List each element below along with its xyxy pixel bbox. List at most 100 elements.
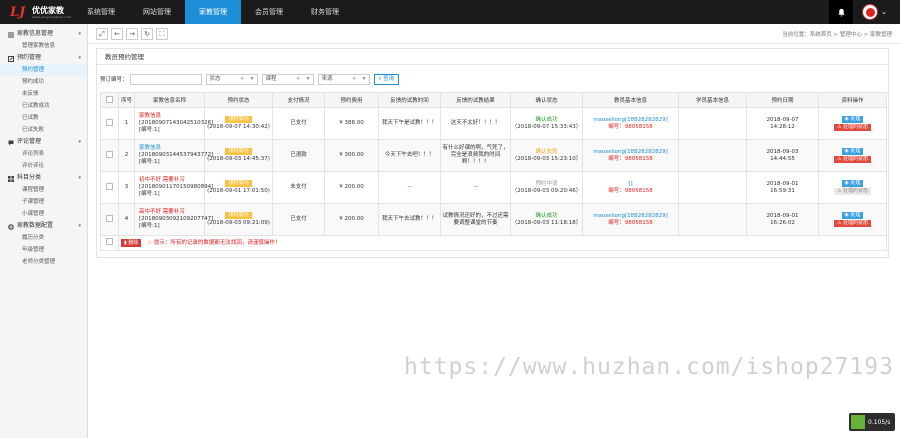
- tutor-info-link[interactable]: 家教信息: [139, 145, 204, 152]
- watermark: https://www.huzhan.com/ishop27193: [404, 354, 894, 380]
- clear-icon[interactable]: ×: [352, 75, 357, 84]
- avatar[interactable]: [862, 4, 878, 20]
- search-icon: ⌕: [378, 75, 382, 82]
- process-button[interactable]: ◉ 处理: [841, 180, 864, 187]
- sidebar-group-comment[interactable]: 评论管理 ▾: [0, 136, 87, 148]
- sidebar-item-trial-success[interactable]: 已试教成功: [0, 100, 87, 112]
- chevron-down-icon: ▾: [78, 31, 81, 37]
- process-button[interactable]: ◉ 处理: [841, 148, 864, 155]
- nav-item-member[interactable]: 会员管理: [241, 0, 297, 24]
- gear-icon: [8, 223, 14, 230]
- col-confirm: 确认状态: [510, 92, 583, 108]
- expand-icon[interactable]: ⤢: [96, 28, 108, 40]
- order-no-input[interactable]: [129, 73, 202, 85]
- breadcrumb: 当前位置：系统首页 > 管理中心 > 家教管理: [782, 32, 892, 38]
- list-icon: [8, 31, 14, 38]
- sidebar-item-manage-info[interactable]: 管理家教信息: [0, 40, 87, 52]
- process-status-button[interactable]: ⚠ 处理的状态: [833, 124, 872, 131]
- row-checkbox[interactable]: [106, 214, 113, 222]
- col-teacher: 教员基本信息: [582, 92, 679, 108]
- sidebar-item-subcourse[interactable]: 子课管理: [0, 196, 87, 208]
- chevron-down-icon[interactable]: ⌄: [881, 8, 887, 16]
- sidebar-item-rating[interactable]: 评价评论: [0, 160, 87, 172]
- sidebar-item-trialed[interactable]: 已试教: [0, 112, 87, 124]
- nav-item-tutor[interactable]: 家教管理: [185, 0, 241, 24]
- footer-select-checkbox[interactable]: [106, 238, 113, 245]
- col-pay: 支付情况: [272, 92, 325, 108]
- sidebar-item-no-feedback[interactable]: 未反馈: [0, 88, 87, 100]
- col-feedback-result: 反馈的试教结果: [440, 92, 511, 108]
- nav-item-finance[interactable]: 财务管理: [297, 0, 353, 24]
- course-select[interactable]: 课程 × ▾: [261, 73, 314, 85]
- table-row: 1 家教信息 [20180907143042510326] [编号:1] 预约成功(…: [100, 107, 887, 140]
- teacher-link[interactable]: maoxeilong[18828282829]: [583, 117, 678, 124]
- process-status-button[interactable]: ⚠ 处理的状态: [833, 188, 872, 195]
- refresh-icon[interactable]: ↻: [141, 28, 153, 40]
- logo[interactable]: LJ 优优家教 www.youyoujiajiao.com: [10, 4, 71, 20]
- eye-icon: ◉: [844, 212, 849, 218]
- col-fee: 预约费用: [324, 92, 379, 108]
- status-select[interactable]: 状态 × ▾: [205, 73, 258, 85]
- col-index: 序号: [118, 92, 135, 108]
- row-checkbox[interactable]: [106, 150, 113, 158]
- sidebar-item-comment-list[interactable]: 评论列表: [0, 148, 87, 160]
- source-select[interactable]: 来源 × ▾: [317, 73, 370, 85]
- sidebar-item-booking-manage[interactable]: 预约管理: [0, 64, 87, 76]
- col-actions: 资料操作: [818, 92, 887, 108]
- sidebar-item-trial-fail[interactable]: 已试失败: [0, 124, 87, 136]
- warning-icon: ⚠: [836, 188, 842, 194]
- row-checkbox[interactable]: [106, 182, 113, 190]
- table-header: 序号 家教信息名称 预约状态 支付情况 预约费用 反馈的试教时间 反馈的试教结果…: [100, 92, 887, 108]
- col-status: 预约状态: [204, 92, 273, 108]
- sidebar-item-course[interactable]: 课程管理: [0, 184, 87, 196]
- delete-button[interactable]: ▮ 删除: [121, 239, 142, 247]
- teacher-link[interactable]: maoxeilong[18828282829]: [583, 213, 678, 220]
- sidebar-group-config[interactable]: 家教数据配置 ▾: [0, 220, 87, 232]
- sidebar-group-info[interactable]: 家教信息管理 ▾: [0, 28, 87, 40]
- tutor-info-link[interactable]: 高中不好 需要补习: [139, 209, 204, 216]
- sidebar-group-booking[interactable]: 预约管理 ▾: [0, 52, 87, 64]
- nav-item-system[interactable]: 系统管理: [73, 0, 129, 24]
- tutor-info-link[interactable]: 家教信息: [139, 113, 204, 120]
- teacher-link[interactable]: maoxeilong[18828282829]: [583, 149, 678, 156]
- col-student: 学员基本信息: [678, 92, 747, 108]
- row-checkbox[interactable]: [106, 118, 113, 126]
- process-status-button[interactable]: ⚠ 处理的状态: [833, 156, 872, 163]
- select-all-checkbox[interactable]: [106, 95, 113, 103]
- eye-icon: ◉: [844, 116, 849, 122]
- table-footer: ▮ 删除 ⚠ 提示：所有的记录的数据都无法找回，请谨慎操作！: [100, 235, 887, 251]
- page-title: 教员预约管理: [97, 49, 888, 65]
- process-button[interactable]: ◉ 处理: [841, 116, 864, 123]
- sidebar-item-resume-category[interactable]: 履历分类: [0, 232, 87, 244]
- nav-item-site[interactable]: 网站管理: [129, 0, 185, 24]
- top-bar: LJ 优优家教 www.youyoujiajiao.com 系统管理 网站管理 …: [0, 0, 900, 24]
- col-name: 家教信息名称: [134, 92, 205, 108]
- teacher-link[interactable]: []: [583, 181, 678, 188]
- clear-icon[interactable]: ×: [240, 75, 245, 84]
- network-icon: [851, 415, 865, 429]
- status-badge: 预约成功: [225, 116, 252, 123]
- tutor-info-link[interactable]: 初中不好 需要补习: [139, 177, 204, 184]
- sidebar-item-teacher-category[interactable]: 老师分类管理: [0, 256, 87, 268]
- arrow-right-icon[interactable]: →: [126, 28, 138, 40]
- sidebar-item-grade[interactable]: 年级管理: [0, 244, 87, 256]
- sidebar-group-subject[interactable]: 科目分类 ▾: [0, 172, 87, 184]
- status-badge: 预约成功: [225, 148, 252, 155]
- sidebar-item-minicourse[interactable]: 小课管理: [0, 208, 87, 220]
- arrow-left-icon[interactable]: ←: [111, 28, 123, 40]
- status-badge: 预约成功: [225, 212, 252, 219]
- chevron-down-icon: ▾: [362, 75, 366, 82]
- process-status-button[interactable]: ⚠ 处理的状态: [833, 220, 872, 227]
- search-button[interactable]: ⌕ 查询: [373, 73, 400, 85]
- chevron-down-icon: ▾: [250, 75, 254, 82]
- filter-bar: 预订编号： 状态 × ▾ 课程 × ▾ 来源 × ▾ ⌕ 查询: [100, 73, 400, 85]
- fullscreen-icon[interactable]: ⛶: [156, 28, 168, 40]
- table-row: 3 初中不好 需要补习 [20180901170150980894] [编号:1] …: [100, 171, 887, 204]
- booking-panel: 教员预约管理 预订编号： 状态 × ▾ 课程 × ▾ 来源 × ▾ ⌕ 查询 序号 家教信息…: [96, 48, 889, 258]
- sidebar-item-booking-success[interactable]: 预约成功: [0, 76, 87, 88]
- bell-icon[interactable]: [829, 0, 853, 24]
- process-button[interactable]: ◉ 处理: [841, 212, 864, 219]
- clear-icon[interactable]: ×: [296, 75, 301, 84]
- warning-icon: ⚠: [147, 240, 153, 246]
- chevron-down-icon: ▾: [78, 139, 81, 145]
